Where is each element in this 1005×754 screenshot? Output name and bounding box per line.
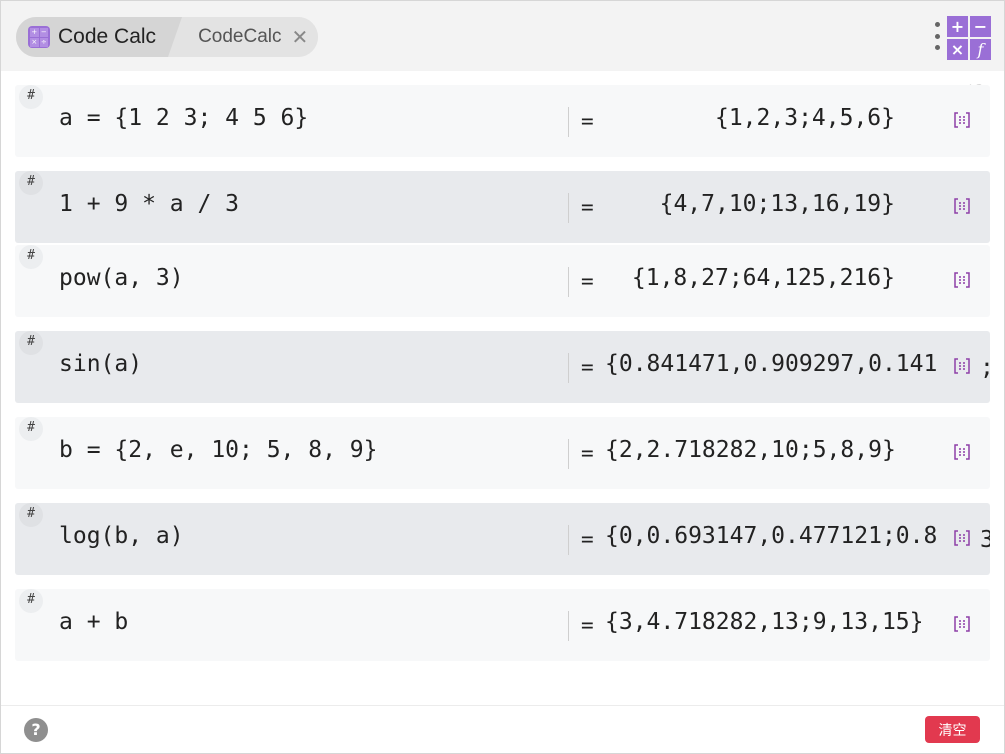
result-container: {1,8,27;64,125,216} [605, 265, 895, 299]
calculator-logo-icon: + − × ÷ [28, 26, 50, 48]
result-overflow: 3 [980, 527, 990, 553]
matrix-copy-icon[interactable] [953, 357, 971, 375]
clear-button[interactable]: 清空 [925, 716, 980, 743]
matrix-copy-icon[interactable] [953, 615, 971, 633]
matrix-copy-icon[interactable] [953, 271, 971, 289]
row-tag[interactable]: # [19, 417, 43, 441]
tab-logo-glyph: × [30, 38, 39, 47]
more-options-icon[interactable] [933, 22, 941, 50]
calc-row: # 1 + 9 * a / 3 = {4,7,10;13,16,19} [15, 171, 990, 243]
close-icon[interactable]: ✕ [292, 27, 309, 47]
row-tag[interactable]: # [19, 171, 43, 195]
footer-bar: ? 清空 [1, 705, 1004, 753]
expression-input[interactable]: a = {1 2 3; 4 5 6} [59, 105, 308, 131]
calc-row: # b = {2, e, 10; 5, 8, 9} = {2,2.718282,… [15, 417, 990, 489]
expression-input[interactable]: pow(a, 3) [59, 265, 184, 291]
tab-codecalc[interactable]: CodeCalc ✕ [168, 17, 319, 57]
row-tag[interactable]: # [19, 245, 43, 269]
result-value: {1,8,27;64,125,216} [631, 265, 895, 291]
matrix-copy-icon[interactable] [953, 111, 971, 129]
divider [568, 107, 569, 137]
app-logo-icon: + − × f [947, 16, 991, 60]
calc-row: # a + b = {3,4.718282,13;9,13,15} [15, 589, 990, 661]
expression-input[interactable]: a + b [59, 609, 128, 635]
divider [568, 525, 569, 555]
divider [568, 193, 569, 223]
logo-glyph: × [947, 39, 968, 60]
row-tag[interactable]: # [19, 331, 43, 355]
divider [568, 353, 569, 383]
equals-sign: = [581, 613, 594, 637]
title-bar: + − × ÷ Code Calc CodeCalc ✕ + − × f [1, 1, 1004, 71]
result-container: {0,0.693147,0.477121;0.8 [605, 523, 950, 557]
matrix-copy-icon[interactable] [953, 443, 971, 461]
tab-strip: + − × ÷ Code Calc CodeCalc ✕ [16, 17, 319, 57]
tab-logo-glyph: ÷ [39, 38, 48, 47]
tab-logo-glyph: − [39, 28, 48, 37]
divider [568, 611, 569, 641]
calc-row: # pow(a, 3) = {1,8,27;64,125,216} [15, 245, 990, 317]
result-value: {1,2,3;4,5,6} [714, 105, 895, 131]
row-tag[interactable]: # [19, 589, 43, 613]
tab-logo-glyph: + [30, 28, 39, 37]
divider [568, 267, 569, 297]
calc-row: # a = {1 2 3; 4 5 6} = {1,2,3;4,5,6} [15, 85, 990, 157]
result-container: {0.841471,0.909297,0.141 [605, 351, 950, 385]
row-tag[interactable]: # [19, 85, 43, 109]
result-value: {3,4.718282,13;9,13,15} [605, 609, 924, 635]
expression-input[interactable]: 1 + 9 * a / 3 [59, 191, 239, 217]
equals-sign: = [581, 527, 594, 551]
logo-glyph: − [970, 16, 991, 37]
row-tag[interactable]: # [19, 503, 43, 527]
result-value: {0,0.693147,0.477121;0.8 [605, 523, 938, 549]
logo-glyph: f [970, 39, 991, 60]
matrix-copy-icon[interactable] [953, 529, 971, 547]
divider [568, 439, 569, 469]
result-value: {0.841471,0.909297,0.141 [605, 351, 938, 377]
equals-sign: = [581, 355, 594, 379]
logo-glyph: + [947, 16, 968, 37]
result-container: {2,2.718282,10;5,8,9} [605, 437, 950, 471]
result-container: {4,7,10;13,16,19} [605, 191, 895, 225]
matrix-copy-icon[interactable] [953, 197, 971, 215]
result-container: {3,4.718282,13;9,13,15} [605, 609, 950, 643]
tab-label: CodeCalc [198, 26, 282, 47]
result-value: {2,2.718282,10;5,8,9} [605, 437, 896, 463]
calc-row: # sin(a) = {0.841471,0.909297,0.141 ; [15, 331, 990, 403]
equals-sign: = [581, 441, 594, 465]
result-value: {4,7,10;13,16,19} [659, 191, 895, 217]
tab-code-calc[interactable]: + − × ÷ Code Calc [16, 17, 183, 57]
expression-input[interactable]: sin(a) [59, 351, 142, 377]
help-button[interactable]: ? [24, 718, 48, 742]
calc-row: # log(b, a) = {0,0.693147,0.477121;0.8 3 [15, 503, 990, 575]
tab-label: Code Calc [58, 25, 157, 48]
calculation-list: # a = {1 2 3; 4 5 6} = {1,2,3;4,5,6} # 1… [1, 71, 1004, 705]
equals-sign: = [581, 195, 594, 219]
expression-input[interactable]: b = {2, e, 10; 5, 8, 9} [59, 437, 378, 463]
equals-sign: = [581, 109, 594, 133]
result-container: {1,2,3;4,5,6} [605, 105, 895, 139]
expression-input[interactable]: log(b, a) [59, 523, 184, 549]
equals-sign: = [581, 269, 594, 293]
result-overflow: ; [980, 355, 990, 381]
